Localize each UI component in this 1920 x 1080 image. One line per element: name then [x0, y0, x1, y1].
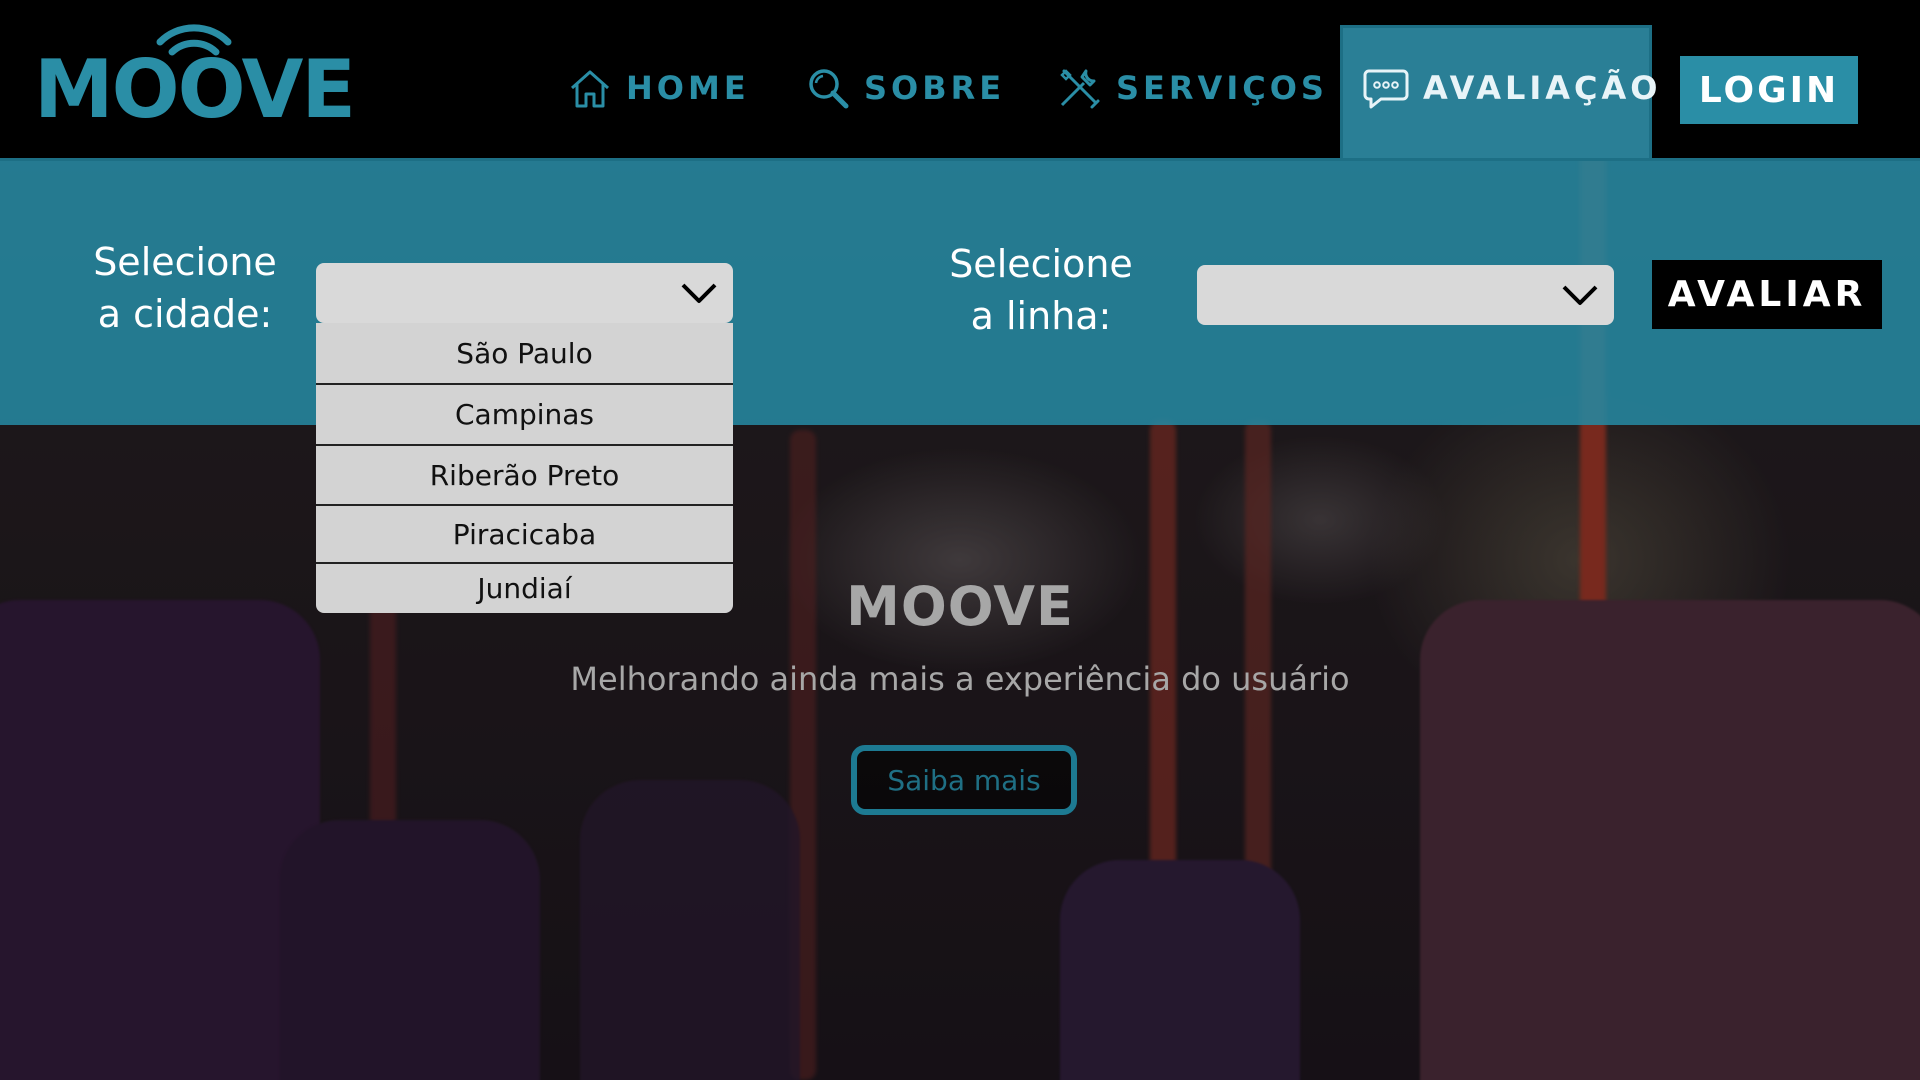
line-label-line1: Selecione [949, 242, 1133, 286]
nav-avaliacao[interactable]: AVALIAÇÃO [1363, 58, 1661, 118]
city-option[interactable]: Riberão Preto [316, 446, 733, 504]
brand-logo[interactable]: MOOVE [34, 20, 356, 130]
hero-title: MOOVE [846, 575, 1074, 638]
chat-icon [1363, 69, 1409, 109]
city-label-line2: a cidade: [97, 292, 273, 336]
login-button[interactable]: LOGIN [1680, 56, 1858, 124]
top-navbar: MOOVE HOME SOBRE SERVIÇOS AVALIAÇÃO LOGI… [0, 0, 1920, 161]
hero-subtitle: Melhorando ainda mais a experiência do u… [570, 660, 1350, 698]
city-label-line1: Selecione [93, 240, 277, 284]
nav-servicos[interactable]: SERVIÇOS [1056, 58, 1328, 118]
nav-avaliacao-tab[interactable]: AVALIAÇÃO [1340, 25, 1657, 158]
line-select[interactable] [1197, 265, 1614, 325]
tools-icon [1060, 69, 1100, 109]
city-option[interactable]: Campinas [316, 385, 733, 444]
line-label-line2: a linha: [970, 294, 1112, 338]
home-icon [571, 70, 609, 108]
saiba-mais-button[interactable]: Saiba mais [851, 745, 1077, 815]
chevron-down-icon[interactable] [679, 279, 719, 307]
city-label: Selecione a cidade: [80, 236, 290, 340]
city-dropdown-menu: São Paulo Campinas Riberão Preto Piracic… [316, 323, 733, 613]
nav-avaliacao-label: AVALIAÇÃO [1423, 69, 1662, 107]
logo-wordmark: MOOVE [34, 43, 356, 136]
city-option[interactable]: São Paulo [316, 323, 733, 383]
nav-sobre-label: SOBRE [864, 69, 1006, 107]
search-icon [809, 69, 849, 109]
chevron-down-icon[interactable] [1560, 281, 1600, 309]
nav-servicos-label: SERVIÇOS [1116, 69, 1328, 107]
city-select[interactable] [316, 263, 733, 323]
nav-home[interactable]: HOME [568, 58, 750, 118]
city-option[interactable]: Piracicaba [316, 506, 733, 562]
avaliar-button[interactable]: AVALIAR [1652, 260, 1882, 329]
nav-home-label: HOME [626, 69, 750, 107]
line-label: Selecione a linha: [940, 238, 1142, 342]
nav-sobre[interactable]: SOBRE [806, 58, 1005, 118]
